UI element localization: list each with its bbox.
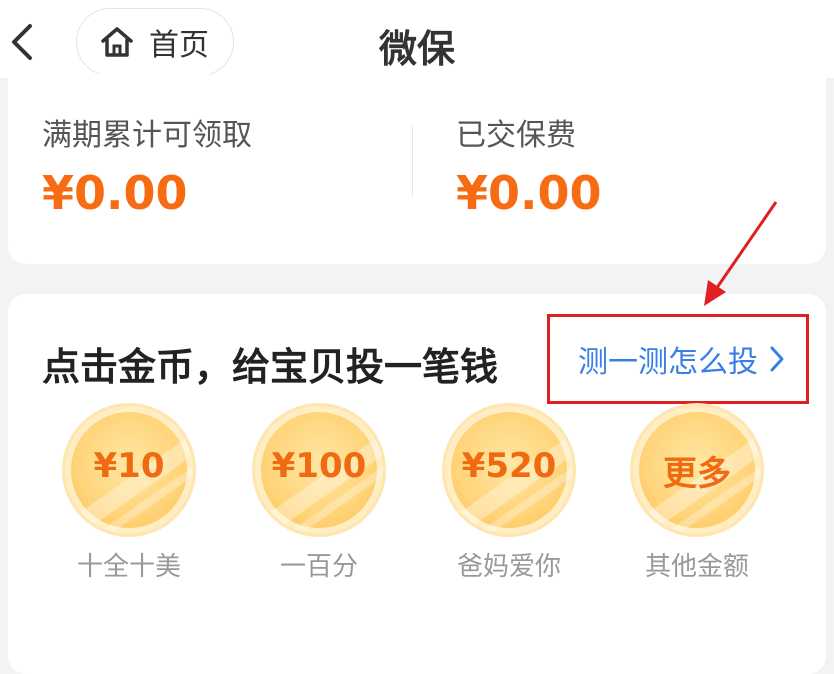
maturity-value: ¥0.00 — [42, 166, 188, 220]
home-button[interactable]: 首页 — [76, 8, 234, 76]
coin-option[interactable]: ¥10 十全十美 — [54, 406, 204, 583]
coin-icon: 更多 — [633, 406, 761, 534]
top-bar: 首页 微保 — [0, 0, 834, 78]
coin-caption: 十全十美 — [76, 552, 181, 582]
test-how-to-invest-link[interactable]: 测一测怎么投 — [547, 314, 809, 404]
section-title: 点击金币，给宝贝投一笔钱 — [42, 345, 499, 389]
invest-card: 点击金币，给宝贝投一笔钱 测一测怎么投 ¥10 十全十美 ¥100 一百分 ¥5… — [8, 294, 826, 674]
coin-caption: 其他金额 — [644, 552, 749, 582]
coin-amount: ¥100 — [271, 446, 367, 486]
paid-value: ¥0.00 — [456, 166, 602, 220]
coin-icon: ¥10 — [65, 406, 193, 534]
coin-option[interactable]: 更多 其他金额 — [622, 406, 772, 583]
coin-option[interactable]: ¥520 爸妈爱你 — [434, 406, 584, 583]
divider — [412, 126, 413, 196]
annotation-arrow-icon — [704, 201, 778, 306]
coin-amount: ¥10 — [93, 446, 165, 486]
coin-amount: ¥520 — [461, 446, 557, 486]
coin-amount: 更多 — [663, 454, 731, 494]
coin-icon: ¥520 — [445, 406, 573, 534]
chevron-right-icon — [770, 346, 784, 372]
home-icon — [101, 27, 133, 57]
maturity-label: 满期累计可领取 — [42, 118, 252, 153]
coin-option[interactable]: ¥100 一百分 — [244, 406, 394, 583]
page-title: 微保 — [378, 27, 455, 71]
coin-caption: 爸妈爱你 — [456, 552, 561, 582]
coin-icon: ¥100 — [255, 406, 383, 534]
chevron-left-icon[interactable] — [4, 20, 40, 64]
test-link-label: 测一测怎么投 — [578, 345, 758, 380]
home-label: 首页 — [149, 28, 209, 63]
paid-label: 已交保费 — [456, 118, 576, 153]
coin-caption: 一百分 — [279, 552, 358, 582]
